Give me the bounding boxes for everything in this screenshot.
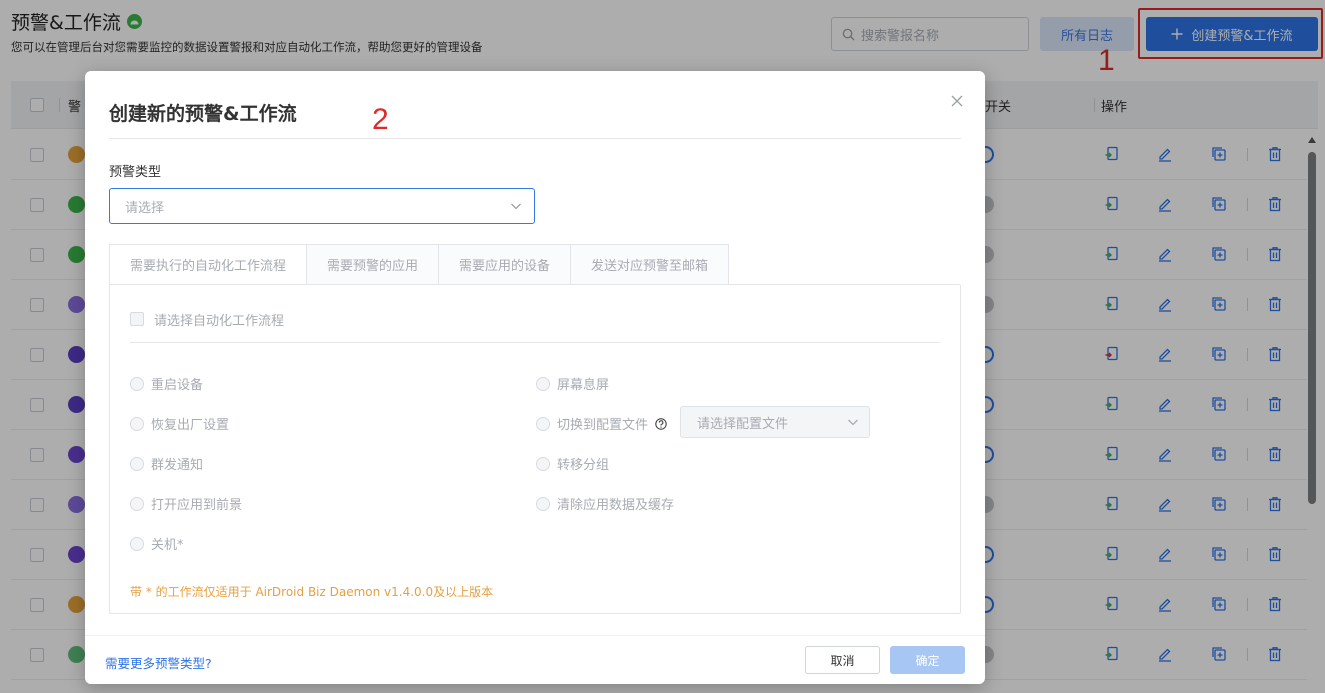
tab-devices[interactable]: 需要应用的设备: [439, 244, 572, 285]
annotation-number-2: 2: [372, 103, 389, 136]
panel-divider: [130, 342, 940, 343]
config-file-placeholder: 请选择配置文件: [697, 416, 789, 432]
tab-alert-apps[interactable]: 需要预警的应用: [307, 244, 440, 285]
option-label: 重启设备: [151, 378, 204, 393]
title-divider: [109, 138, 961, 139]
alert-type-label: 预警类型: [109, 165, 162, 180]
option-clear-app-data[interactable]: 清除应用数据及缓存: [536, 494, 674, 513]
create-alert-modal: 创建新的预警&工作流 2 预警类型 请选择 需要执行的自动化工作流程 需要预警的…: [85, 71, 985, 684]
chevron-down-icon: [848, 419, 858, 426]
chevron-down-icon: [511, 203, 521, 210]
more-alert-types-link[interactable]: 需要更多预警类型?: [105, 653, 212, 672]
radio-dot: [130, 416, 144, 431]
tab-workflow[interactable]: 需要执行的自动化工作流程: [109, 244, 308, 285]
option-shutdown[interactable]: 关机*: [130, 534, 184, 553]
confirm-button[interactable]: 确定: [890, 646, 965, 674]
radio-dot: [130, 496, 144, 511]
option-switch-config[interactable]: 切换到配置文件: [536, 414, 667, 433]
tab-email[interactable]: 发送对应预警至邮箱: [571, 244, 730, 285]
radio-dot: [130, 456, 144, 471]
radio-dot: [536, 376, 550, 391]
option-label: 清除应用数据及缓存: [557, 498, 675, 513]
radio-dot: [130, 536, 144, 551]
alert-type-select[interactable]: 请选择: [109, 188, 535, 224]
radio-dot: [536, 456, 550, 471]
option-broadcast[interactable]: 群发通知: [130, 454, 203, 473]
alert-type-placeholder: 请选择: [125, 200, 165, 216]
modal-title: 创建新的预警&工作流: [109, 103, 297, 125]
option-reboot[interactable]: 重启设备: [130, 374, 203, 393]
select-workflow-checkbox[interactable]: [130, 312, 144, 326]
radio-dot: [536, 496, 550, 511]
workflow-tabs: 需要执行的自动化工作流程 需要预警的应用 需要应用的设备 发送对应预警至邮箱: [109, 244, 730, 285]
footer-divider: [85, 635, 985, 636]
daemon-version-note: 带 * 的工作流仅适用于 AirDroid Biz Daemon v1.4.0.…: [130, 585, 494, 599]
option-label: 转移分组: [557, 458, 610, 473]
option-label: 屏幕息屏: [557, 378, 610, 393]
radio-dot: [130, 376, 144, 391]
help-icon[interactable]: [655, 417, 667, 430]
close-icon[interactable]: [949, 93, 965, 109]
config-file-select[interactable]: 请选择配置文件: [680, 406, 870, 438]
option-label: 切换到配置文件: [557, 418, 649, 433]
option-move-group[interactable]: 转移分组: [536, 454, 609, 473]
option-label: 恢复出厂设置: [151, 418, 230, 433]
workflow-panel: 请选择自动化工作流程 重启设备 恢复出厂设置 群发通知 打开应用到前景 关机* …: [109, 284, 961, 614]
option-label: 打开应用到前景: [151, 498, 243, 513]
cancel-button[interactable]: 取消: [805, 646, 880, 674]
option-screen-off[interactable]: 屏幕息屏: [536, 374, 609, 393]
option-label: 关机*: [151, 538, 184, 553]
option-label: 群发通知: [151, 458, 204, 473]
option-open-app[interactable]: 打开应用到前景: [130, 494, 242, 513]
select-workflow-label: 请选择自动化工作流程: [154, 314, 285, 329]
option-factory-reset[interactable]: 恢复出厂设置: [130, 414, 229, 433]
radio-dot: [536, 416, 550, 431]
